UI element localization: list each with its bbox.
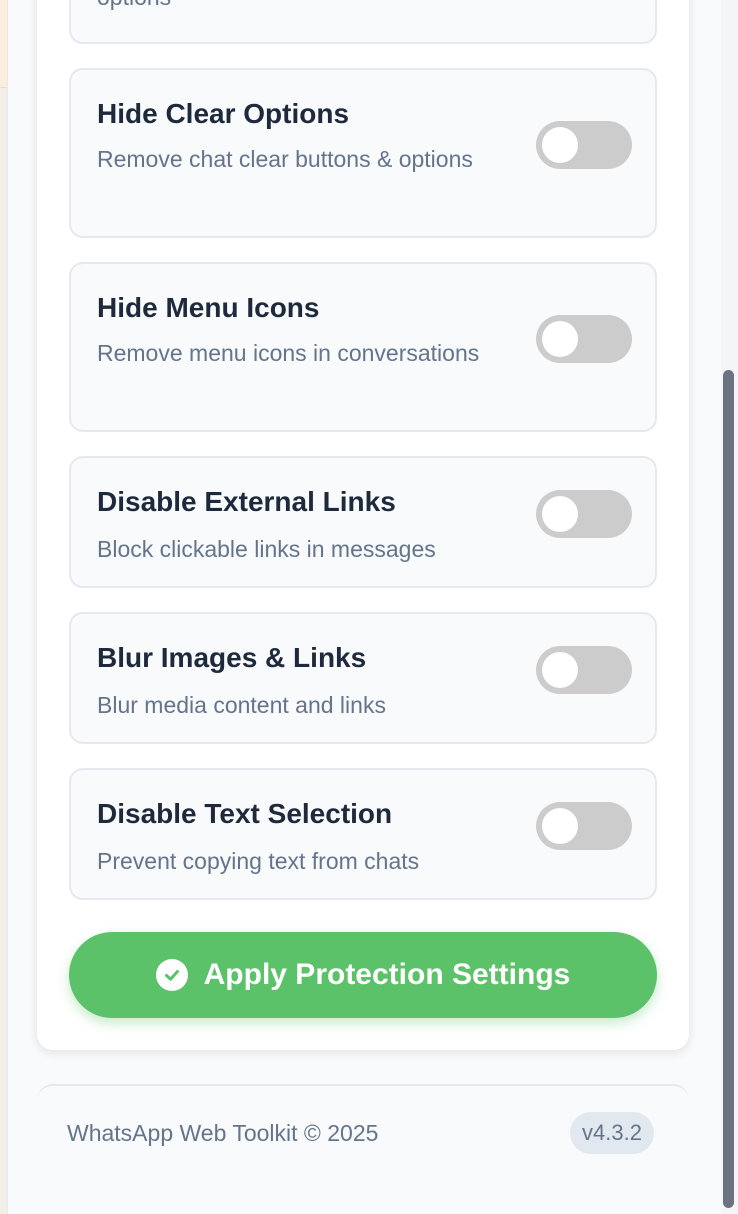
option-description: Block clickable links in messages [97, 536, 436, 562]
option-description: Remove menu icons in conversations [97, 340, 480, 366]
extension-popup: options Hide Clear Options Remove chat c… [7, 0, 738, 1214]
toggle-knob [542, 808, 578, 844]
scrollbar-thumb[interactable] [723, 370, 734, 1208]
toggle-knob [542, 321, 578, 357]
hide-clear-options-toggle[interactable] [536, 121, 632, 169]
option-description: Remove chat clear buttons & options [97, 146, 473, 172]
toggle-knob [542, 496, 578, 532]
option-card-hide-clear-options: Hide Clear Options Remove chat clear but… [69, 68, 657, 238]
settings-card: options Hide Clear Options Remove chat c… [37, 0, 689, 1050]
option-title: Blur Images & Links [97, 642, 367, 673]
option-title: Disable Text Selection [97, 798, 393, 829]
option-card-blur-images-links: Blur Images & Links Blur media content a… [69, 612, 657, 744]
option-title: Hide Menu Icons [97, 292, 320, 323]
option-card-disable-text-selection: Disable Text Selection Prevent copying t… [69, 768, 657, 900]
hide-menu-icons-toggle[interactable] [536, 315, 632, 363]
option-title: Hide Clear Options [97, 98, 350, 129]
option-card-hide-menu-icons: Hide Menu Icons Remove menu icons in con… [69, 262, 657, 432]
apply-button-label: Apply Protection Settings [203, 958, 571, 991]
blur-images-links-toggle[interactable] [536, 646, 632, 694]
disable-text-selection-toggle[interactable] [536, 802, 632, 850]
apply-protection-settings-button[interactable]: Apply Protection Settings [69, 932, 657, 1018]
option-description: Blur media content and links [97, 692, 386, 718]
option-card-disable-external-links: Disable External Links Block clickable l… [69, 456, 657, 588]
option-description: options [97, 0, 487, 17]
toggle-knob [542, 127, 578, 163]
disable-external-links-toggle[interactable] [536, 490, 632, 538]
footer: WhatsApp Web Toolkit © 2025 v4.3.2 [37, 1084, 689, 1214]
toggle-knob [542, 652, 578, 688]
option-title: Disable External Links [97, 486, 396, 517]
option-description: Prevent copying text from chats [97, 848, 420, 874]
version-badge: v4.3.2 [570, 1112, 654, 1154]
check-circle-icon [155, 959, 188, 991]
option-card-partial: options [69, 0, 657, 44]
copyright-text: WhatsApp Web Toolkit © 2025 [67, 1120, 379, 1146]
